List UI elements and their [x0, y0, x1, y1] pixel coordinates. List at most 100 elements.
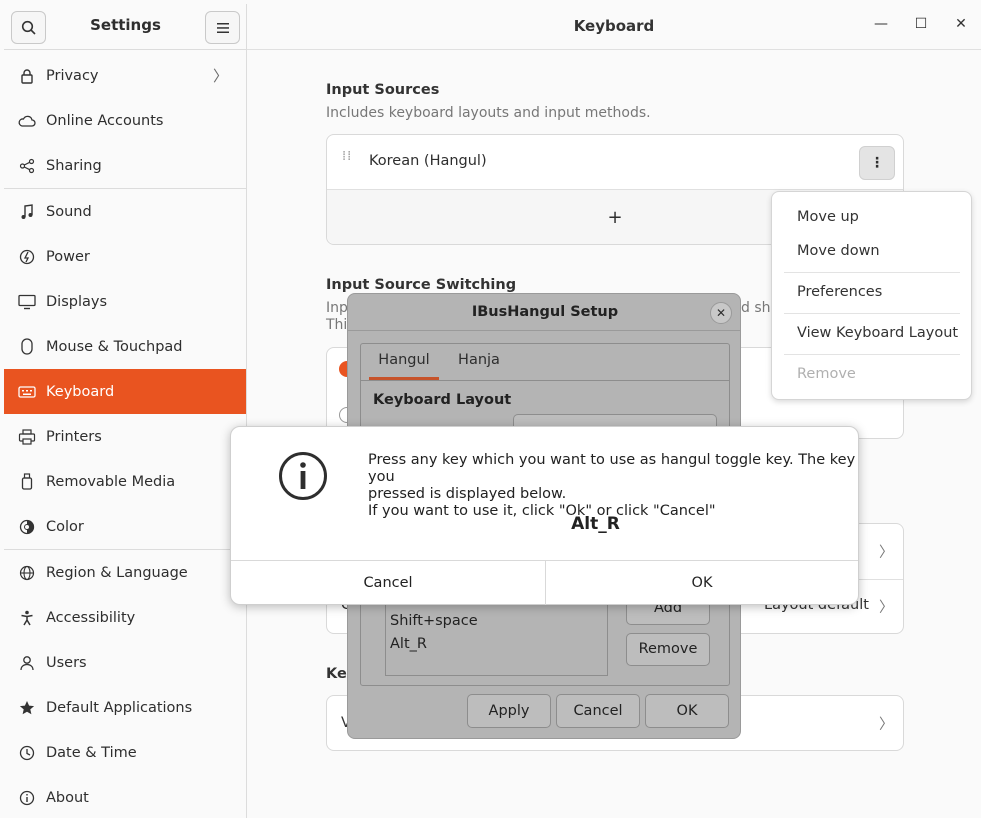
tab-hanja[interactable]: Hanja	[449, 352, 509, 380]
button-label: Remove	[638, 641, 698, 657]
sidebar-item-sound[interactable]: Sound	[4, 189, 246, 234]
button-label: OK	[691, 575, 713, 591]
ok-button[interactable]: OK	[645, 694, 729, 728]
sidebar-item-mouse-touchpad[interactable]: Mouse & Touchpad	[4, 324, 246, 369]
sidebar-item-label: Displays	[46, 293, 108, 310]
alert-message: Press any key which you want to use as h…	[368, 452, 858, 520]
music-note-icon	[18, 203, 36, 221]
lock-icon	[18, 67, 36, 85]
sidebar-item-keyboard[interactable]: Keyboard	[4, 369, 246, 414]
sidebar-item-label: Users	[46, 654, 87, 671]
menu-divider	[784, 313, 960, 314]
vertical-dots-icon: ⋮	[870, 155, 884, 171]
sidebar-item-displays[interactable]: Displays	[4, 279, 246, 324]
drag-handle-icon[interactable]: ⁞⁞	[342, 150, 352, 163]
sidebar-item-label: Keyboard	[46, 383, 115, 400]
sidebar-item-removable-media[interactable]: Removable Media	[4, 459, 246, 504]
sidebar-item-label: Sound	[46, 203, 92, 220]
sidebar-item-about[interactable]: About	[4, 775, 246, 818]
info-icon	[278, 451, 328, 505]
dialog-close-button[interactable]: ✕	[710, 302, 732, 324]
menu-item-move-up[interactable]: Move up	[797, 209, 859, 225]
header-divider	[247, 49, 981, 50]
info-icon	[18, 789, 36, 807]
input-source-options-button[interactable]: ⋮	[859, 146, 895, 180]
usb-drive-icon	[18, 473, 36, 491]
tab-hangul[interactable]: Hangul	[369, 352, 439, 380]
sidebar-header: Settings	[4, 4, 247, 49]
sidebar-item-label: Default Applications	[46, 699, 193, 716]
apply-button[interactable]: Apply	[467, 694, 551, 728]
input-source-switching-title: Input Source Switching	[326, 277, 517, 293]
close-window-button[interactable]: ✕	[951, 16, 971, 36]
color-icon	[18, 518, 36, 536]
dialog-title: IBusHangul Setup	[471, 304, 619, 320]
sidebar-item-label: Removable Media	[46, 473, 176, 490]
chevron-right-icon[interactable]: 〉	[879, 541, 894, 562]
sidebar-item-power[interactable]: Power	[4, 234, 246, 279]
list-item[interactable]: Shift+space	[390, 613, 478, 629]
accessibility-icon	[18, 609, 36, 627]
sidebar-item-privacy[interactable]: Privacy 〉	[4, 53, 246, 98]
input-source-row[interactable]: ⁞⁞ Korean (Hangul) ⋮	[327, 135, 903, 190]
tab-divider	[361, 380, 729, 381]
sidebar-item-label: Mouse & Touchpad	[46, 338, 183, 355]
sidebar-item-users[interactable]: Users	[4, 640, 246, 685]
menu-item-move-down[interactable]: Move down	[797, 243, 880, 259]
alert-cancel-button[interactable]: Cancel	[231, 561, 545, 605]
input-sources-subtitle: Includes keyboard layouts and input meth…	[326, 105, 651, 121]
sidebar-item-label: Printers	[46, 428, 102, 445]
sidebar-header-divider	[4, 49, 246, 50]
sidebar-item-label: Privacy	[46, 67, 99, 84]
remove-key-button[interactable]: Remove	[626, 633, 710, 666]
sidebar-item-label: Date & Time	[46, 744, 137, 761]
tab-label: Hangul	[378, 352, 430, 368]
mouse-icon	[18, 338, 36, 356]
sidebar-item-sharing[interactable]: Sharing	[4, 143, 246, 188]
printer-icon	[18, 428, 36, 446]
minimize-button[interactable]: —	[871, 16, 891, 36]
share-icon	[18, 157, 36, 175]
sidebar-item-region-language[interactable]: Region & Language	[4, 550, 246, 595]
chevron-right-icon[interactable]: 〉	[879, 596, 894, 617]
sidebar-item-default-applications[interactable]: Default Applications	[4, 685, 246, 730]
chevron-right-icon: 〉	[212, 67, 228, 85]
header-bar: Keyboard — ☐ ✕	[247, 4, 981, 49]
sidebar-item-date-time[interactable]: Date & Time	[4, 730, 246, 775]
menu-item-view-keyboard-layout[interactable]: View Keyboard Layout	[797, 325, 958, 341]
alert-ok-button[interactable]: OK	[546, 561, 858, 605]
power-icon	[18, 248, 36, 266]
globe-icon	[18, 564, 36, 582]
sidebar-item-label: About	[46, 789, 89, 806]
sidebar-item-printers[interactable]: Printers	[4, 414, 246, 459]
sidebar-item-accessibility[interactable]: Accessibility	[4, 595, 246, 640]
sidebar: Settings Privacy 〉 Online Accounts Shari…	[4, 4, 247, 818]
list-item[interactable]: Alt_R	[390, 636, 427, 652]
maximize-button[interactable]: ☐	[911, 16, 931, 36]
keyboard-layout-title: Keyboard Layout	[373, 392, 512, 408]
sidebar-item-color[interactable]: Color	[4, 504, 246, 549]
dialog-header-divider	[348, 330, 740, 331]
hangul-toggle-key-alert: Press any key which you want to use as h…	[230, 426, 859, 605]
menu-item-preferences[interactable]: Preferences	[797, 284, 882, 300]
sidebar-item-label: Power	[46, 248, 90, 265]
clock-icon	[18, 744, 36, 762]
menu-divider	[784, 272, 960, 273]
input-source-name: Korean (Hangul)	[369, 153, 487, 169]
alert-message-line: Press any key which you want to use as h…	[368, 452, 856, 485]
sidebar-item-online-accounts[interactable]: Online Accounts	[4, 98, 246, 143]
sidebar-item-label: Accessibility	[46, 609, 136, 626]
minimize-icon: —	[874, 16, 888, 32]
plus-icon: +	[607, 206, 623, 228]
sidebar-item-label: Region & Language	[46, 564, 188, 581]
chevron-right-icon[interactable]: 〉	[879, 713, 894, 734]
menu-button[interactable]	[205, 11, 240, 44]
input-source-popover-menu: Move up Move down Preferences View Keybo…	[771, 191, 972, 400]
input-sources-title: Input Sources	[326, 82, 440, 98]
button-label: Apply	[488, 703, 530, 719]
maximize-icon: ☐	[914, 16, 928, 32]
cancel-button[interactable]: Cancel	[556, 694, 640, 728]
button-label: Cancel	[573, 703, 623, 719]
sidebar-item-label: Color	[46, 518, 84, 535]
pressed-key-display: Alt_R	[571, 514, 620, 534]
